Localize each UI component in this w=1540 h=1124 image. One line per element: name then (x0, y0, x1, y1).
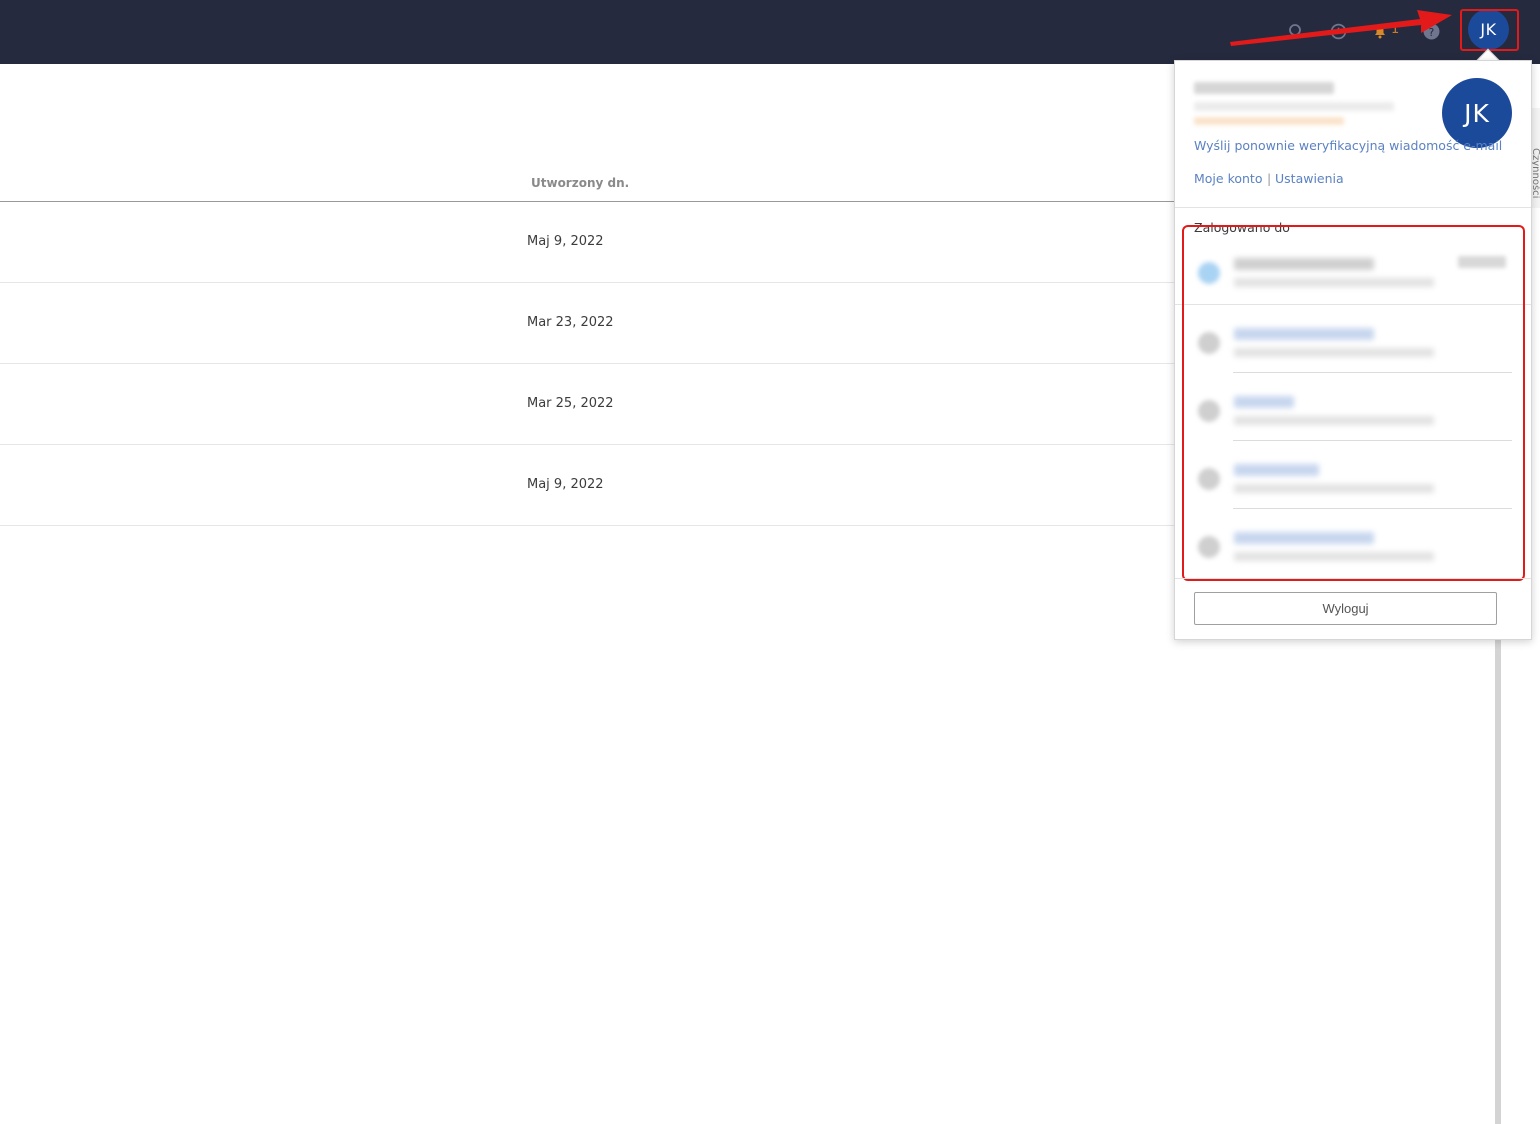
logout-button[interactable]: Wyloguj (1194, 592, 1497, 625)
created-date-cell: Mar 25, 2022 (527, 396, 614, 411)
scrollbar[interactable] (1495, 640, 1501, 1124)
side-panel-tab[interactable]: Czynności (1530, 108, 1540, 208)
blurred-user-name (1194, 82, 1334, 94)
bell-icon[interactable] (1370, 20, 1390, 42)
table-row[interactable]: Mar 25, 2022 (0, 364, 1180, 445)
created-date-cell: Mar 23, 2022 (527, 315, 614, 330)
blurred-user-email (1194, 102, 1394, 111)
created-date-cell: Maj 9, 2022 (527, 234, 604, 249)
my-account-link[interactable]: Moje konto (1194, 171, 1262, 186)
resend-verification-link[interactable]: Wyślij ponownie weryfikacyjną wiadomość … (1194, 138, 1502, 153)
settings-link[interactable]: Ustawienia (1275, 171, 1344, 186)
link-separator: | (1267, 171, 1272, 186)
annotation-highlight-box (1460, 9, 1519, 51)
column-header-created[interactable]: Utworzony dn. (531, 176, 629, 190)
menu-divider (1175, 578, 1531, 579)
created-date-cell: Maj 9, 2022 (527, 477, 604, 492)
clock-icon[interactable] (1328, 20, 1348, 42)
svg-text:?: ? (1428, 25, 1434, 38)
help-icon[interactable]: ? (1421, 20, 1441, 42)
annotation-highlight-box (1182, 225, 1525, 581)
search-icon[interactable] (1286, 20, 1306, 42)
top-navigation-bar (0, 0, 1540, 64)
profile-avatar-initials: JK (1464, 98, 1490, 128)
notification-count-badge: 1 (1391, 22, 1400, 37)
table-row[interactable]: Maj 9, 2022 (0, 445, 1180, 526)
blurred-verification-notice (1194, 117, 1344, 125)
table-row[interactable]: Mar 23, 2022 (0, 283, 1180, 364)
table-row[interactable]: Maj 9, 2022 (0, 202, 1180, 283)
menu-divider (1175, 207, 1531, 208)
